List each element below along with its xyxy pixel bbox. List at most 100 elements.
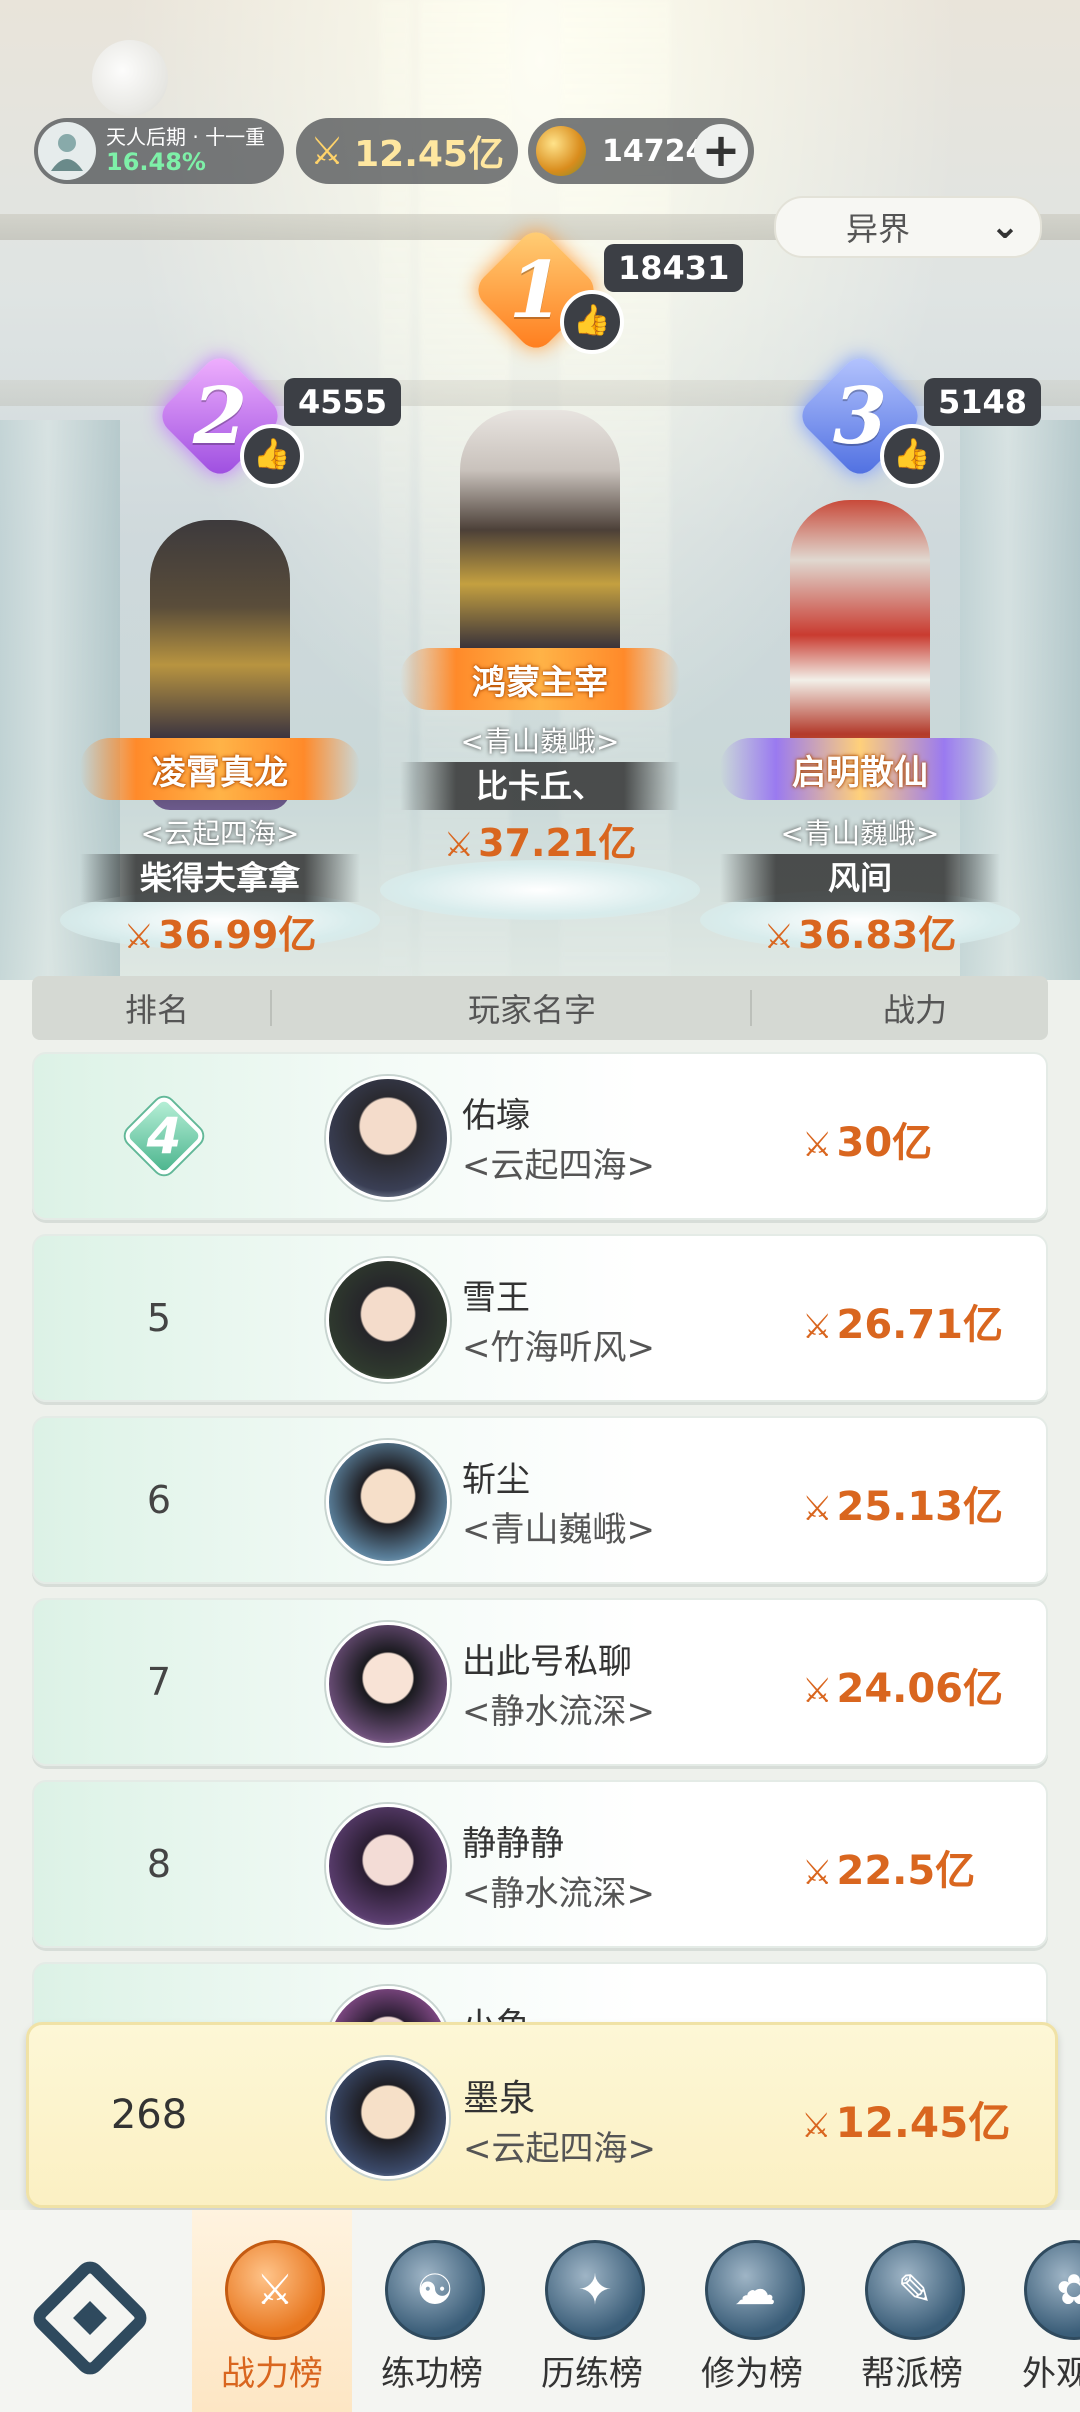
player-name: 雪王 xyxy=(462,1278,530,1318)
realm-dropdown[interactable]: 异界 ⌄ xyxy=(774,196,1042,258)
combat-power-icon: ⚔ xyxy=(802,1853,833,1893)
crossed-swords-icon: ⚔ xyxy=(225,2240,325,2340)
power-value: ⚔ 22.5亿 xyxy=(802,1848,976,1894)
cloud-hat-icon: ☁ xyxy=(705,2240,805,2340)
header-player-name: 玩家名字 xyxy=(467,991,596,1029)
compass-star-icon: ✦ xyxy=(545,2240,645,2340)
thumbs-up-icon: 👍 xyxy=(573,303,611,338)
avatar[interactable] xyxy=(326,1076,450,1200)
guild-name: <竹海听风> xyxy=(462,1328,655,1368)
combat-power-icon: ⚔ xyxy=(763,917,795,957)
rank-2-name[interactable]: 柴得夫拿拿 xyxy=(80,854,360,902)
tab-cultivation-ranking[interactable]: ☁ 修为榜 xyxy=(672,2210,832,2412)
table-row[interactable]: 4 佑壕 <云起四海> ⚔ 30亿 xyxy=(32,1052,1048,1220)
combat-power-icon: ⚔ xyxy=(801,2106,832,2146)
avatar[interactable] xyxy=(326,1804,450,1928)
cultivation-realm: 天人后期 · 十一重 xyxy=(106,124,266,149)
guild-name: <静水流深> xyxy=(462,1692,655,1732)
table-row[interactable]: 5 雪王 <竹海听风> ⚔ 26.71亿 xyxy=(32,1234,1048,1402)
my-player-name: 墨泉 xyxy=(463,2078,536,2119)
tab-label: 帮派榜 xyxy=(861,2354,963,2394)
currency-pill: 14724 + xyxy=(528,118,754,184)
exp-percent: 16.48% xyxy=(106,147,206,176)
my-power-value: ⚔12.45亿 xyxy=(801,2098,1011,2147)
my-rank-row[interactable]: 268 墨泉 <云起四海> ⚔12.45亿 xyxy=(26,2022,1058,2208)
combat-power-icon: ⚔ xyxy=(802,1307,833,1347)
rank-3-power: ⚔ 36.83亿 xyxy=(763,913,957,957)
rank-1-power: ⚔ 37.21亿 xyxy=(443,821,637,865)
yin-yang-icon: ☯ xyxy=(385,2240,485,2340)
menu-icon[interactable] xyxy=(30,2258,150,2378)
rank-3-like-count: 5148 xyxy=(924,378,1042,426)
coin-count: 14724 xyxy=(602,133,707,169)
power-value: ⚔ 24.06亿 xyxy=(802,1666,1004,1712)
player-name: 出此号私聊 xyxy=(462,1642,632,1682)
tab-label: 历练榜 xyxy=(541,2354,643,2394)
rank-number: 6 xyxy=(146,1478,172,1522)
tab-experience-ranking[interactable]: ✦ 历练榜 xyxy=(512,2210,672,2412)
my-guild-name: <云起四海> xyxy=(463,2129,656,2169)
power-pill: ⚔ 12.45亿 xyxy=(296,118,518,184)
table-row[interactable]: 6 斩尘 <青山巍峨> ⚔ 25.13亿 xyxy=(32,1416,1048,1584)
rank-1-name[interactable]: 比卡丘、 xyxy=(400,762,680,810)
rank-2-like-button[interactable]: 👍 xyxy=(240,424,304,488)
avatar[interactable] xyxy=(326,1440,450,1564)
tab-appearance-ranking[interactable]: ✿ 外观 xyxy=(992,2210,1080,2412)
combat-power-icon: ⚔ xyxy=(443,825,475,865)
rank-2-title: 凌霄真龙 xyxy=(80,738,360,800)
player-info-pill[interactable]: 天人后期 · 十一重 16.48% xyxy=(34,118,284,184)
player-name: 静静静 xyxy=(462,1824,564,1864)
tab-label: 修为榜 xyxy=(701,2354,803,2394)
combat-power-icon: ⚔ xyxy=(123,917,155,957)
my-rank-number: 268 xyxy=(110,2092,188,2138)
tab-training-ranking[interactable]: ☯ 练功榜 xyxy=(352,2210,512,2412)
chevron-down-icon: ⌄ xyxy=(989,206,1020,247)
rank-3-name[interactable]: 风间 xyxy=(720,854,1000,902)
my-avatar[interactable] xyxy=(327,2057,449,2179)
tab-guild-ranking[interactable]: ✎ 帮派榜 xyxy=(832,2210,992,2412)
rank-1-title: 鸿蒙主宰 xyxy=(400,648,680,710)
power-value: ⚔ 30亿 xyxy=(802,1120,933,1166)
header-power: 战力 xyxy=(882,991,947,1029)
table-row[interactable]: 8 静静静 <静水流深> ⚔ 22.5亿 xyxy=(32,1780,1048,1948)
pedestal-1 xyxy=(380,860,700,920)
power-value: ⚔ 25.13亿 xyxy=(802,1484,1004,1530)
appearance-icon: ✿ xyxy=(1024,2240,1080,2340)
thumbs-up-icon: 👍 xyxy=(893,437,931,472)
rank-3-title: 启明散仙 xyxy=(720,738,1000,800)
tab-label: 战力榜 xyxy=(221,2354,323,2394)
rank-number: 5 xyxy=(146,1296,172,1340)
guild-name: <静水流深> xyxy=(462,1874,655,1914)
scroll-brush-icon: ✎ xyxy=(865,2240,965,2340)
rank-2-guild: <云起四海> xyxy=(140,817,300,850)
header-rank: 排名 xyxy=(124,991,189,1029)
ranking-table-header: 排名 玩家名字 战力 xyxy=(32,976,1048,1040)
rank-1-guild: <青山巍峨> xyxy=(460,725,620,758)
realm-dropdown-label: 异界 xyxy=(846,210,911,248)
tab-power-ranking[interactable]: ⚔ 战力榜 xyxy=(192,2210,352,2412)
rank-3-guild: <青山巍峨> xyxy=(780,817,940,850)
guild-name: <青山巍峨> xyxy=(462,1510,655,1550)
rank-number: 8 xyxy=(146,1842,172,1886)
combat-power-icon: ⚔ xyxy=(802,1671,833,1711)
player-name: 斩尘 xyxy=(462,1460,530,1500)
tab-label: 外观 xyxy=(1022,2354,1080,2394)
player-name: 佑壕 xyxy=(462,1096,530,1136)
rank-3-like-button[interactable]: 👍 xyxy=(880,424,944,488)
coin-icon xyxy=(536,126,586,176)
avatar[interactable] xyxy=(326,1622,450,1746)
my-power-value: 12.45亿 xyxy=(354,134,504,175)
rank-2-power: ⚔ 36.99亿 xyxy=(123,913,317,957)
avatar[interactable] xyxy=(326,1258,450,1382)
rank-1-like-button[interactable]: 👍 xyxy=(560,290,624,354)
rank-number: 7 xyxy=(146,1660,172,1704)
combat-power-icon: ⚔ xyxy=(802,1125,833,1165)
combat-power-icon: ⚔ xyxy=(310,129,345,173)
add-currency-button[interactable]: + xyxy=(694,124,748,178)
guild-name: <云起四海> xyxy=(462,1146,655,1186)
tab-label: 练功榜 xyxy=(381,2354,483,2394)
rank-2-like-count: 4555 xyxy=(284,378,402,426)
table-row[interactable]: 7 出此号私聊 <静水流深> ⚔ 24.06亿 xyxy=(32,1598,1048,1766)
combat-power-icon: ⚔ xyxy=(802,1489,833,1529)
rank-4-badge: 4 xyxy=(121,1093,207,1179)
